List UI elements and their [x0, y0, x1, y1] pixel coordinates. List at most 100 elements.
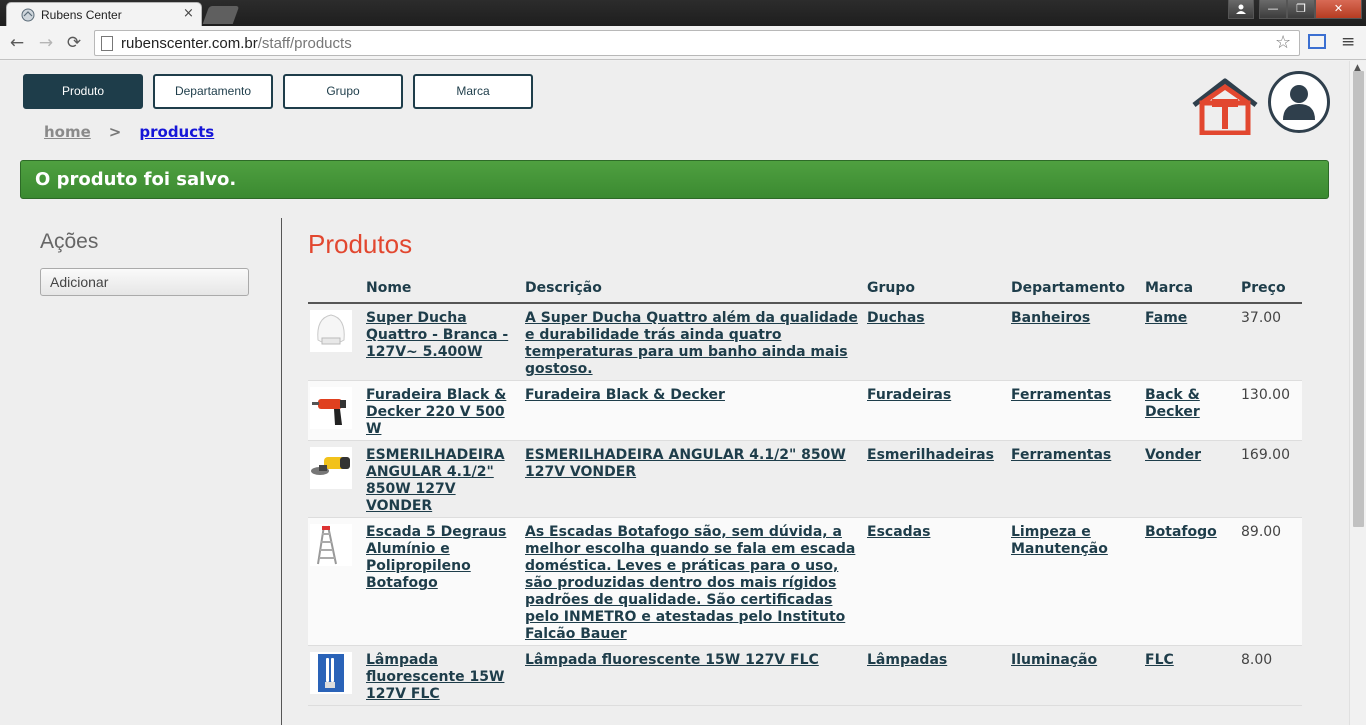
product-brand-cell: Vonder	[1143, 440, 1239, 518]
product-group-cell: Esmerilhadeiras	[865, 440, 1009, 518]
product-brand-cell: Botafogo	[1143, 517, 1239, 646]
page-viewport: Produto Departamento Grupo Marca home > pr…	[0, 61, 1349, 725]
product-name-cell: ESMERILHADEIRA ANGULAR 4.1/2" 850W 127V …	[364, 440, 523, 518]
browser-tab[interactable]: Rubens Center ×	[6, 2, 202, 26]
product-name-link[interactable]: Lâmpada fluorescente 15W 127V FLC	[366, 652, 504, 702]
product-description-cell: Furadeira Black & Decker	[523, 380, 865, 441]
browser-titlebar: Rubens Center × — ❐ ✕	[0, 0, 1366, 26]
product-image-cell	[308, 440, 364, 518]
breadcrumb: home > products	[44, 123, 214, 141]
sidebar-title: Ações	[40, 230, 99, 253]
cast-icon[interactable]	[1308, 34, 1326, 49]
home-tools-logo-icon[interactable]	[1190, 77, 1260, 135]
back-button[interactable]: ←	[7, 33, 27, 53]
add-product-button[interactable]: Adicionar	[40, 268, 249, 296]
table-row: Lâmpada fluorescente 15W 127V FLC Lâmpad…	[308, 645, 1302, 706]
drill-icon[interactable]	[310, 387, 352, 429]
browser-menu-icon[interactable]: ≡	[1341, 32, 1355, 52]
column-header-grupo[interactable]: Grupo	[865, 277, 1009, 304]
product-image-cell	[308, 380, 364, 441]
bookmark-star-icon[interactable]: ☆	[1275, 32, 1291, 53]
product-price: 169.00	[1239, 440, 1302, 518]
close-window-button[interactable]: ✕	[1315, 0, 1362, 19]
maximize-button[interactable]: ❐	[1287, 0, 1315, 19]
reload-button[interactable]: ⟳	[64, 33, 84, 53]
page-scrollbar[interactable]: ▲	[1349, 61, 1366, 725]
user-avatar[interactable]	[1268, 71, 1330, 133]
page-icon	[101, 36, 113, 51]
url-text[interactable]: rubenscenter.com.br/staff/products	[121, 35, 352, 52]
product-description-link[interactable]: As Escadas Botafogo são, sem dúvida, a m…	[525, 524, 855, 642]
product-price: 89.00	[1239, 517, 1302, 646]
product-name-link[interactable]: ESMERILHADEIRA ANGULAR 4.1/2" 850W 127V …	[366, 447, 505, 514]
column-header-nome[interactable]: Nome	[364, 277, 523, 304]
nav-marca-button[interactable]: Marca	[413, 74, 533, 109]
product-group-link[interactable]: Esmerilhadeiras	[867, 447, 994, 463]
column-header-preco[interactable]: Preço	[1239, 277, 1302, 304]
product-brand-link[interactable]: FLC	[1145, 652, 1174, 668]
product-department-link[interactable]: Limpeza e Manutenção	[1011, 524, 1108, 557]
forward-button[interactable]: →	[36, 33, 56, 53]
product-department-link[interactable]: Ferramentas	[1011, 387, 1111, 403]
success-alert: O produto foi salvo.	[20, 160, 1329, 199]
product-department-link[interactable]: Banheiros	[1011, 310, 1090, 326]
product-brand-cell: Fame	[1143, 303, 1239, 381]
profile-button[interactable]	[1228, 0, 1254, 19]
breadcrumb-home-link[interactable]: home	[44, 123, 91, 141]
user-icon	[1236, 4, 1246, 14]
product-group-cell: Duchas	[865, 303, 1009, 381]
product-department-link[interactable]: Iluminação	[1011, 652, 1097, 668]
product-description-link[interactable]: Furadeira Black & Decker	[525, 387, 725, 403]
lamp-icon[interactable]	[310, 652, 352, 694]
product-name-cell: Furadeira Black & Decker 220 V 500 W	[364, 380, 523, 441]
ladder-icon[interactable]	[310, 524, 352, 566]
column-header-marca[interactable]: Marca	[1143, 277, 1239, 304]
product-group-link[interactable]: Lâmpadas	[867, 652, 947, 668]
product-brand-link[interactable]: Vonder	[1145, 447, 1201, 463]
product-price: 8.00	[1239, 645, 1302, 706]
tab-close-icon[interactable]: ×	[183, 6, 194, 21]
shower-icon[interactable]	[310, 310, 352, 352]
product-description-link[interactable]: Lâmpada fluorescente 15W 127V FLC	[525, 652, 819, 668]
product-department-link[interactable]: Ferramentas	[1011, 447, 1111, 463]
new-tab-button[interactable]	[202, 6, 240, 24]
breadcrumb-separator: >	[108, 123, 122, 141]
product-name-link[interactable]: Escada 5 Degraus Alumínio e Polipropilen…	[366, 524, 506, 591]
scrollbar-thumb[interactable]	[1353, 71, 1364, 527]
product-group-cell: Escadas	[865, 517, 1009, 646]
address-bar[interactable]: rubenscenter.com.br/staff/products ☆	[94, 30, 1300, 56]
product-name-link[interactable]: Furadeira Black & Decker 220 V 500 W	[366, 387, 506, 437]
table-row: Furadeira Black & Decker 220 V 500 W Fur…	[308, 380, 1302, 441]
vertical-divider	[281, 218, 282, 725]
column-header-descricao[interactable]: Descrição	[523, 277, 865, 304]
product-name-cell: Super Ducha Quattro - Branca - 127V~ 5.4…	[364, 303, 523, 381]
product-group-cell: Furadeiras	[865, 380, 1009, 441]
product-department-cell: Ferramentas	[1009, 380, 1143, 441]
product-department-cell: Limpeza e Manutenção	[1009, 517, 1143, 646]
product-brand-link[interactable]: Back & Decker	[1145, 387, 1200, 420]
column-header-departamento[interactable]: Departamento	[1009, 277, 1143, 304]
product-price: 130.00	[1239, 380, 1302, 441]
product-description-link[interactable]: A Super Ducha Quattro além da qualidade …	[525, 310, 858, 377]
product-group-link[interactable]: Furadeiras	[867, 387, 951, 403]
table-row: Super Ducha Quattro - Branca - 127V~ 5.4…	[308, 303, 1302, 381]
favicon-icon	[21, 8, 35, 22]
product-group-link[interactable]: Escadas	[867, 524, 930, 540]
nav-grupo-button[interactable]: Grupo	[283, 74, 403, 109]
product-name-cell: Escada 5 Degraus Alumínio e Polipropilen…	[364, 517, 523, 646]
grinder-icon[interactable]	[310, 447, 352, 489]
product-name-link[interactable]: Super Ducha Quattro - Branca - 127V~ 5.4…	[366, 310, 508, 360]
product-description-cell: Lâmpada fluorescente 15W 127V FLC	[523, 645, 865, 706]
product-brand-link[interactable]: Botafogo	[1145, 524, 1217, 540]
table-row: Escada 5 Degraus Alumínio e Polipropilen…	[308, 517, 1302, 646]
product-group-link[interactable]: Duchas	[867, 310, 925, 326]
breadcrumb-current-link[interactable]: products	[139, 123, 214, 141]
product-description-link[interactable]: ESMERILHADEIRA ANGULAR 4.1/2" 850W 127V …	[525, 447, 846, 480]
nav-departamento-button[interactable]: Departamento	[153, 74, 273, 109]
product-department-cell: Banheiros	[1009, 303, 1143, 381]
product-department-cell: Iluminação	[1009, 645, 1143, 706]
minimize-button[interactable]: —	[1259, 0, 1287, 19]
url-path: /staff/products	[257, 35, 352, 52]
nav-produto-button[interactable]: Produto	[23, 74, 143, 109]
product-brand-link[interactable]: Fame	[1145, 310, 1187, 326]
